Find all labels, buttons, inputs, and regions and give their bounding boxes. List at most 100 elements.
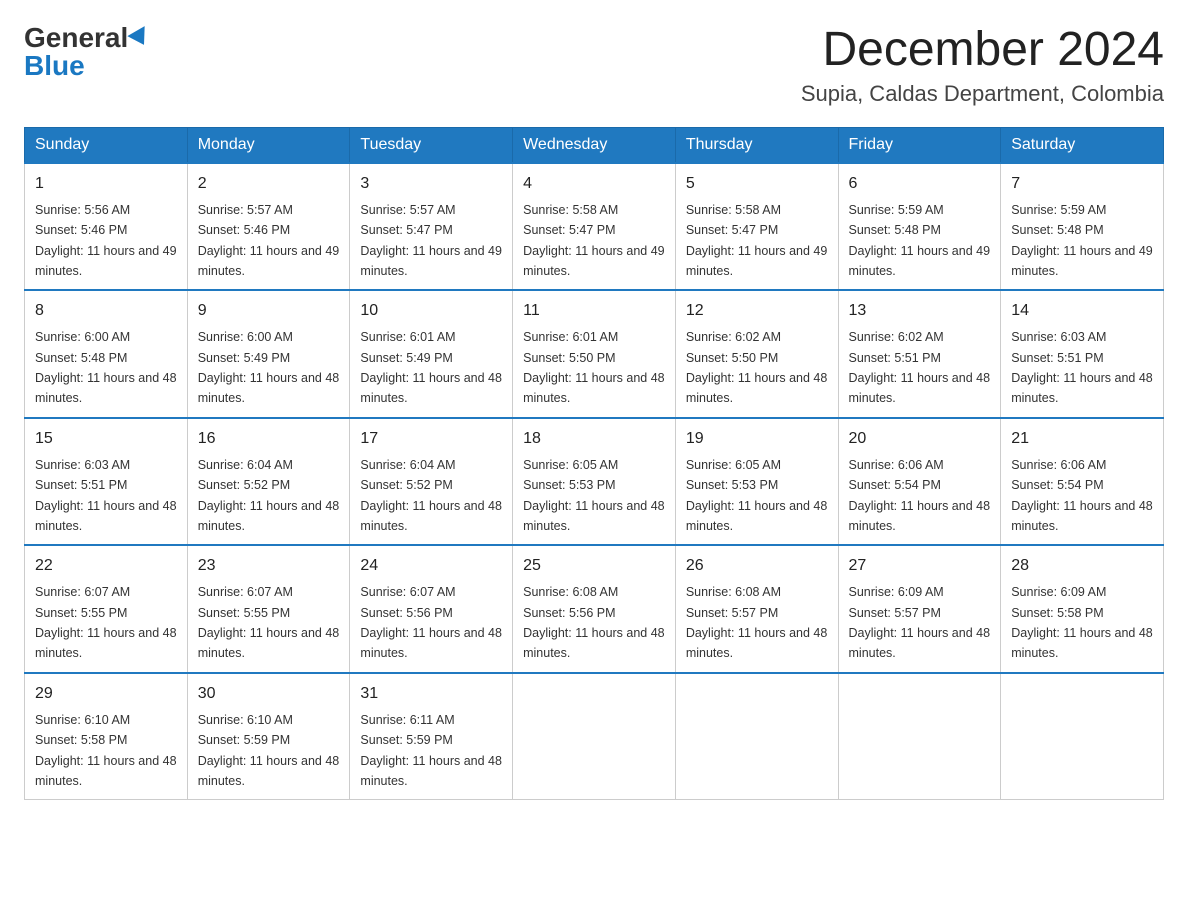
calendar-cell bbox=[1001, 673, 1164, 800]
day-info: Sunrise: 6:01 AMSunset: 5:49 PMDaylight:… bbox=[360, 330, 502, 405]
day-number: 28 bbox=[1011, 554, 1153, 578]
day-info: Sunrise: 6:08 AMSunset: 5:57 PMDaylight:… bbox=[686, 585, 828, 660]
header-thursday: Thursday bbox=[675, 127, 838, 163]
day-info: Sunrise: 6:10 AMSunset: 5:59 PMDaylight:… bbox=[198, 713, 340, 788]
header-sunday: Sunday bbox=[25, 127, 188, 163]
calendar-cell: 7 Sunrise: 5:59 AMSunset: 5:48 PMDayligh… bbox=[1001, 163, 1164, 291]
header-monday: Monday bbox=[187, 127, 350, 163]
day-info: Sunrise: 6:07 AMSunset: 5:55 PMDaylight:… bbox=[35, 585, 177, 660]
calendar-cell: 31 Sunrise: 6:11 AMSunset: 5:59 PMDaylig… bbox=[350, 673, 513, 800]
calendar-cell: 15 Sunrise: 6:03 AMSunset: 5:51 PMDaylig… bbox=[25, 418, 188, 546]
day-info: Sunrise: 5:57 AMSunset: 5:47 PMDaylight:… bbox=[360, 203, 502, 278]
day-number: 16 bbox=[198, 427, 340, 451]
day-number: 13 bbox=[849, 299, 991, 323]
calendar-cell: 27 Sunrise: 6:09 AMSunset: 5:57 PMDaylig… bbox=[838, 545, 1001, 673]
day-info: Sunrise: 5:59 AMSunset: 5:48 PMDaylight:… bbox=[1011, 203, 1153, 278]
day-info: Sunrise: 6:11 AMSunset: 5:59 PMDaylight:… bbox=[360, 713, 502, 788]
calendar-cell: 10 Sunrise: 6:01 AMSunset: 5:49 PMDaylig… bbox=[350, 290, 513, 418]
day-number: 23 bbox=[198, 554, 340, 578]
day-info: Sunrise: 6:06 AMSunset: 5:54 PMDaylight:… bbox=[1011, 458, 1153, 533]
calendar-cell: 13 Sunrise: 6:02 AMSunset: 5:51 PMDaylig… bbox=[838, 290, 1001, 418]
header-friday: Friday bbox=[838, 127, 1001, 163]
calendar-cell: 12 Sunrise: 6:02 AMSunset: 5:50 PMDaylig… bbox=[675, 290, 838, 418]
calendar-cell: 11 Sunrise: 6:01 AMSunset: 5:50 PMDaylig… bbox=[513, 290, 676, 418]
day-info: Sunrise: 6:07 AMSunset: 5:56 PMDaylight:… bbox=[360, 585, 502, 660]
calendar-cell: 23 Sunrise: 6:07 AMSunset: 5:55 PMDaylig… bbox=[187, 545, 350, 673]
week-row-2: 8 Sunrise: 6:00 AMSunset: 5:48 PMDayligh… bbox=[25, 290, 1164, 418]
calendar-cell: 19 Sunrise: 6:05 AMSunset: 5:53 PMDaylig… bbox=[675, 418, 838, 546]
location-title: Supia, Caldas Department, Colombia bbox=[801, 81, 1164, 107]
day-info: Sunrise: 6:09 AMSunset: 5:58 PMDaylight:… bbox=[1011, 585, 1153, 660]
day-info: Sunrise: 6:01 AMSunset: 5:50 PMDaylight:… bbox=[523, 330, 665, 405]
day-number: 25 bbox=[523, 554, 665, 578]
day-number: 26 bbox=[686, 554, 828, 578]
day-number: 12 bbox=[686, 299, 828, 323]
day-number: 9 bbox=[198, 299, 340, 323]
day-info: Sunrise: 5:59 AMSunset: 5:48 PMDaylight:… bbox=[849, 203, 991, 278]
day-number: 10 bbox=[360, 299, 502, 323]
day-number: 6 bbox=[849, 172, 991, 196]
logo-general-text: General bbox=[24, 24, 128, 52]
month-title: December 2024 bbox=[801, 24, 1164, 77]
day-number: 29 bbox=[35, 682, 177, 706]
calendar-cell bbox=[675, 673, 838, 800]
day-info: Sunrise: 6:06 AMSunset: 5:54 PMDaylight:… bbox=[849, 458, 991, 533]
day-info: Sunrise: 6:02 AMSunset: 5:51 PMDaylight:… bbox=[849, 330, 991, 405]
day-info: Sunrise: 6:05 AMSunset: 5:53 PMDaylight:… bbox=[686, 458, 828, 533]
day-info: Sunrise: 5:58 AMSunset: 5:47 PMDaylight:… bbox=[523, 203, 665, 278]
day-number: 14 bbox=[1011, 299, 1153, 323]
day-info: Sunrise: 6:02 AMSunset: 5:50 PMDaylight:… bbox=[686, 330, 828, 405]
calendar-cell: 28 Sunrise: 6:09 AMSunset: 5:58 PMDaylig… bbox=[1001, 545, 1164, 673]
day-info: Sunrise: 6:05 AMSunset: 5:53 PMDaylight:… bbox=[523, 458, 665, 533]
day-info: Sunrise: 6:03 AMSunset: 5:51 PMDaylight:… bbox=[35, 458, 177, 533]
title-block: December 2024 Supia, Caldas Department, … bbox=[801, 24, 1164, 107]
day-number: 3 bbox=[360, 172, 502, 196]
day-number: 1 bbox=[35, 172, 177, 196]
day-info: Sunrise: 6:08 AMSunset: 5:56 PMDaylight:… bbox=[523, 585, 665, 660]
calendar-table: Sunday Monday Tuesday Wednesday Thursday… bbox=[24, 127, 1164, 801]
calendar-header-row: Sunday Monday Tuesday Wednesday Thursday… bbox=[25, 127, 1164, 163]
calendar-cell: 24 Sunrise: 6:07 AMSunset: 5:56 PMDaylig… bbox=[350, 545, 513, 673]
day-number: 20 bbox=[849, 427, 991, 451]
calendar-cell: 29 Sunrise: 6:10 AMSunset: 5:58 PMDaylig… bbox=[25, 673, 188, 800]
calendar-cell: 18 Sunrise: 6:05 AMSunset: 5:53 PMDaylig… bbox=[513, 418, 676, 546]
day-info: Sunrise: 5:56 AMSunset: 5:46 PMDaylight:… bbox=[35, 203, 177, 278]
day-number: 4 bbox=[523, 172, 665, 196]
calendar-cell: 3 Sunrise: 5:57 AMSunset: 5:47 PMDayligh… bbox=[350, 163, 513, 291]
calendar-cell: 4 Sunrise: 5:58 AMSunset: 5:47 PMDayligh… bbox=[513, 163, 676, 291]
week-row-3: 15 Sunrise: 6:03 AMSunset: 5:51 PMDaylig… bbox=[25, 418, 1164, 546]
day-number: 7 bbox=[1011, 172, 1153, 196]
day-info: Sunrise: 6:00 AMSunset: 5:48 PMDaylight:… bbox=[35, 330, 177, 405]
calendar-cell: 21 Sunrise: 6:06 AMSunset: 5:54 PMDaylig… bbox=[1001, 418, 1164, 546]
day-info: Sunrise: 6:09 AMSunset: 5:57 PMDaylight:… bbox=[849, 585, 991, 660]
day-number: 22 bbox=[35, 554, 177, 578]
calendar-cell: 30 Sunrise: 6:10 AMSunset: 5:59 PMDaylig… bbox=[187, 673, 350, 800]
day-number: 24 bbox=[360, 554, 502, 578]
week-row-4: 22 Sunrise: 6:07 AMSunset: 5:55 PMDaylig… bbox=[25, 545, 1164, 673]
day-number: 15 bbox=[35, 427, 177, 451]
day-info: Sunrise: 6:10 AMSunset: 5:58 PMDaylight:… bbox=[35, 713, 177, 788]
calendar-cell: 6 Sunrise: 5:59 AMSunset: 5:48 PMDayligh… bbox=[838, 163, 1001, 291]
logo-triangle-icon bbox=[128, 26, 153, 50]
day-number: 19 bbox=[686, 427, 828, 451]
day-info: Sunrise: 6:07 AMSunset: 5:55 PMDaylight:… bbox=[198, 585, 340, 660]
calendar-cell bbox=[513, 673, 676, 800]
header-saturday: Saturday bbox=[1001, 127, 1164, 163]
day-number: 5 bbox=[686, 172, 828, 196]
calendar-cell: 1 Sunrise: 5:56 AMSunset: 5:46 PMDayligh… bbox=[25, 163, 188, 291]
calendar-cell: 16 Sunrise: 6:04 AMSunset: 5:52 PMDaylig… bbox=[187, 418, 350, 546]
calendar-cell bbox=[838, 673, 1001, 800]
day-number: 31 bbox=[360, 682, 502, 706]
week-row-1: 1 Sunrise: 5:56 AMSunset: 5:46 PMDayligh… bbox=[25, 163, 1164, 291]
calendar-cell: 9 Sunrise: 6:00 AMSunset: 5:49 PMDayligh… bbox=[187, 290, 350, 418]
day-info: Sunrise: 6:04 AMSunset: 5:52 PMDaylight:… bbox=[360, 458, 502, 533]
calendar-cell: 26 Sunrise: 6:08 AMSunset: 5:57 PMDaylig… bbox=[675, 545, 838, 673]
day-info: Sunrise: 6:03 AMSunset: 5:51 PMDaylight:… bbox=[1011, 330, 1153, 405]
day-number: 27 bbox=[849, 554, 991, 578]
calendar-cell: 8 Sunrise: 6:00 AMSunset: 5:48 PMDayligh… bbox=[25, 290, 188, 418]
logo-blue-text: Blue bbox=[24, 52, 85, 80]
day-number: 8 bbox=[35, 299, 177, 323]
day-info: Sunrise: 5:58 AMSunset: 5:47 PMDaylight:… bbox=[686, 203, 828, 278]
calendar-cell: 25 Sunrise: 6:08 AMSunset: 5:56 PMDaylig… bbox=[513, 545, 676, 673]
day-number: 17 bbox=[360, 427, 502, 451]
